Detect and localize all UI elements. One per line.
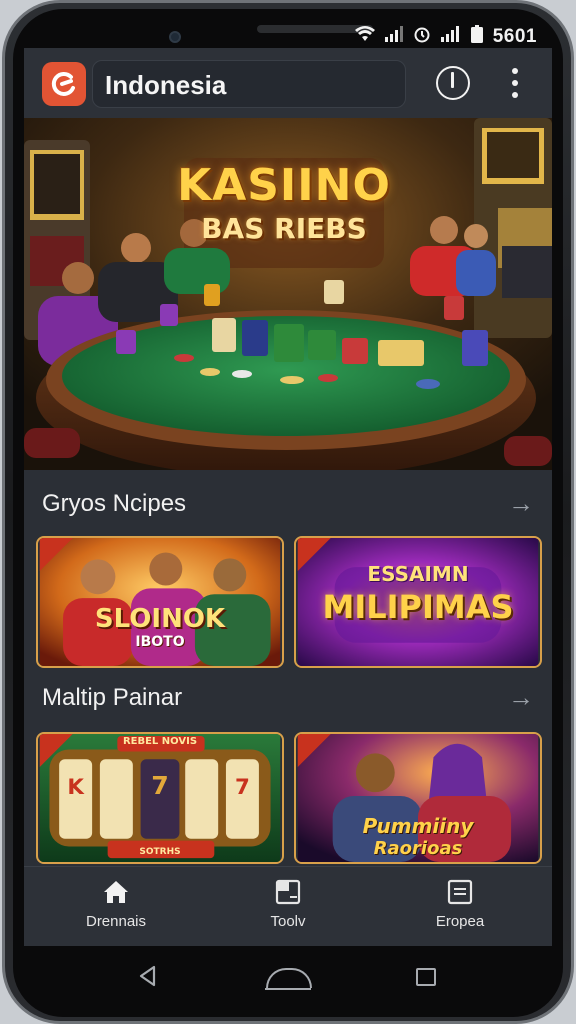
card-subtitle: Raorioas — [373, 838, 463, 859]
status-icons: 5601 — [354, 25, 537, 48]
nav-label: Drennais — [85, 913, 147, 930]
game-card[interactable]: ESSAIMN MILIPIMAS — [294, 536, 542, 668]
more-vert-icon[interactable] — [510, 68, 520, 98]
svg-text:K: K — [67, 775, 85, 800]
home-button-icon[interactable] — [265, 968, 312, 990]
card-title: SLOINOK — [94, 604, 226, 634]
game-card[interactable]: Pummiiny Raorioas — [294, 732, 542, 864]
nav-item-tool[interactable]: Toolv — [228, 877, 348, 939]
nav-item-document[interactable]: Eropea — [400, 877, 520, 939]
nav-item-home[interactable]: Drennais — [56, 877, 176, 939]
game-card-artwork: K 7 7 — [39, 734, 281, 862]
document-icon — [447, 879, 473, 905]
front-camera — [169, 31, 181, 43]
card-title: MILIPIMAS — [322, 588, 514, 626]
nav-label: Toolv — [270, 913, 306, 930]
game-card[interactable]: SLOINOK IBOTO — [36, 536, 284, 668]
back-icon[interactable] — [136, 964, 160, 988]
app-title: Indonesia — [105, 70, 227, 100]
arrow-right-icon[interactable]: → — [508, 682, 534, 713]
hero-banner[interactable]: KASIINO BAS RIEBS — [24, 118, 552, 470]
app-bar: Indonesia — [24, 48, 552, 118]
tool-icon — [275, 879, 301, 905]
power-icon[interactable] — [436, 66, 470, 100]
card-subtitle: IBOTO — [135, 634, 185, 650]
battery-icon — [470, 25, 483, 48]
card-subtitle: ESSAIMN — [367, 562, 469, 586]
hero-title: KASIINO — [177, 160, 391, 211]
svg-text:7: 7 — [151, 771, 169, 800]
location-selector[interactable]: Indonesia — [92, 60, 406, 108]
status-time: 5601 — [492, 25, 537, 47]
game-card[interactable]: K 7 7 REBEL NOVIS SOTRHS — [36, 732, 284, 864]
app-logo-icon[interactable] — [42, 62, 86, 106]
system-navigation-bar — [24, 946, 552, 1006]
home-icon — [104, 881, 128, 903]
app-screen: Indonesia KASIINO BAS RIEBS Gryos Ncipes… — [24, 48, 552, 946]
recents-icon[interactable] — [416, 968, 436, 986]
alarm-icon — [413, 25, 431, 48]
svg-text:7: 7 — [235, 775, 250, 800]
card-subtitle: SOTRHS — [139, 847, 181, 857]
hero-subtitle: BAS RIEBS — [201, 212, 367, 245]
section-header[interactable]: Gryos Ncipes → — [42, 486, 534, 522]
wifi-icon — [354, 26, 375, 47]
nav-label: Eropea — [435, 913, 485, 930]
signal-icon — [384, 26, 403, 47]
card-title: REBEL NOVIS — [122, 736, 198, 747]
card-title: Pummiiny — [362, 814, 474, 838]
hero-title-group: KASIINO BAS RIEBS — [174, 152, 394, 262]
arrow-right-icon[interactable]: → — [508, 488, 534, 519]
section-header[interactable]: Maltip Painar → — [42, 680, 534, 716]
bottom-navigation: Drennais Toolv Eropea — [24, 866, 552, 946]
signal-icon-2 — [440, 26, 461, 47]
section-title: Gryos Ncipes — [42, 490, 187, 517]
section-title: Maltip Painar — [42, 684, 183, 711]
